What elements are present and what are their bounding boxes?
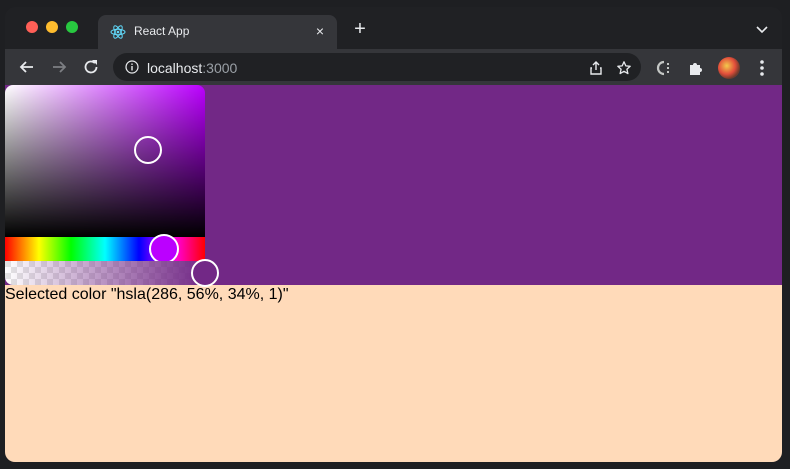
alpha-pointer[interactable] — [191, 259, 219, 287]
hue-pointer[interactable] — [149, 234, 179, 264]
extension-c-icon[interactable] — [655, 59, 673, 77]
new-tab-button[interactable]: + — [350, 19, 370, 39]
reload-icon[interactable] — [81, 57, 101, 77]
share-icon[interactable] — [588, 60, 604, 76]
close-window-button[interactable] — [26, 21, 38, 33]
forward-arrow-icon[interactable] — [49, 57, 69, 77]
tab-title: React App — [134, 24, 190, 38]
url-text: localhost:3000 — [147, 60, 237, 76]
react-logo-icon — [110, 25, 126, 39]
menu-dots-icon[interactable] — [754, 58, 770, 78]
tab-bar: React App × + — [5, 7, 782, 49]
profile-avatar[interactable] — [718, 57, 740, 79]
maximize-window-button[interactable] — [66, 21, 78, 33]
page-viewport: Selected color "hsla(286, 56%, 34%, 1)" — [5, 85, 782, 462]
browser-window: React App × + localhost:3000 Selected co… — [5, 7, 782, 462]
info-icon[interactable] — [125, 60, 139, 74]
color-picker[interactable] — [5, 85, 219, 287]
back-arrow-icon[interactable] — [17, 57, 37, 77]
saturation-area[interactable] — [5, 85, 205, 237]
browser-toolbar: localhost:3000 — [5, 49, 782, 85]
url-host: localhost — [147, 60, 203, 76]
minimize-window-button[interactable] — [46, 21, 58, 33]
alpha-slider[interactable] — [5, 261, 205, 285]
saturation-pointer[interactable] — [134, 136, 162, 164]
url-port: :3000 — [202, 60, 238, 76]
chevron-down-icon[interactable] — [754, 21, 770, 37]
address-bar[interactable]: localhost:3000 — [113, 53, 641, 81]
selected-color-caption: Selected color "hsla(286, 56%, 34%, 1)" — [5, 286, 289, 303]
bookmark-star-icon[interactable] — [616, 60, 632, 76]
tab-react-app[interactable]: React App × — [98, 15, 337, 49]
close-tab-icon[interactable]: × — [311, 22, 329, 40]
puzzle-extensions-icon[interactable] — [687, 59, 705, 77]
